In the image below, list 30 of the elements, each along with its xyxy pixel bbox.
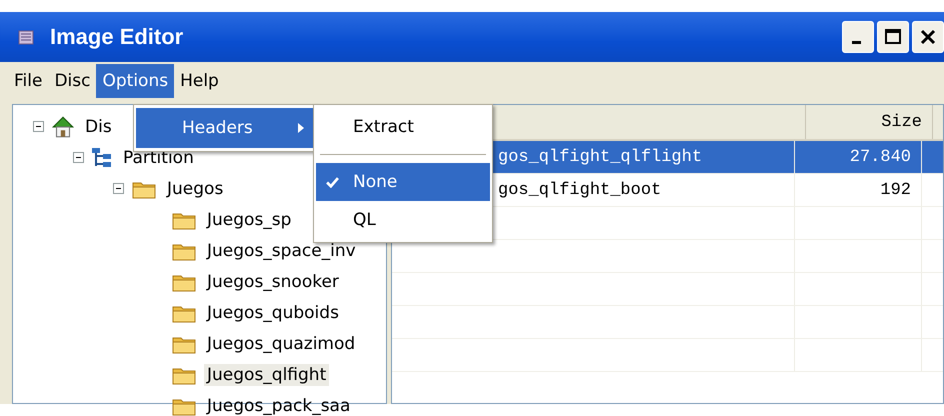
tree-item[interactable]: Juegos_quboids — [204, 302, 342, 324]
menu-item[interactable]: Options — [96, 64, 174, 98]
maximize-button[interactable] — [877, 21, 909, 53]
check-icon — [326, 176, 339, 188]
house-icon — [50, 114, 76, 140]
maximize-icon — [883, 27, 903, 47]
menu-item[interactable]: Help — [174, 64, 225, 98]
tree-item[interactable]: Dis — [82, 116, 115, 138]
hierarchy-icon — [90, 146, 114, 170]
menu-item[interactable]: None — [316, 163, 490, 201]
tree-item[interactable]: Juegos_qlfight — [204, 364, 330, 386]
tree-item[interactable]: Juegos_space_inv — [204, 240, 359, 262]
file-size: 27.840 — [795, 141, 922, 173]
close-icon — [918, 27, 938, 47]
tree-item[interactable]: Juegos_pack_saa — [204, 394, 354, 416]
menu-item[interactable]: Headers — [136, 108, 314, 148]
tree-item[interactable]: Juegos — [164, 178, 226, 200]
tree-item[interactable]: Juegos_quazimod — [204, 332, 358, 354]
file-size: 192 — [795, 174, 922, 206]
collapse-icon[interactable] — [33, 121, 44, 132]
menu-item[interactable]: File — [8, 64, 48, 98]
tree-item[interactable]: Juegos_snooker — [204, 270, 342, 292]
collapse-icon[interactable] — [113, 183, 124, 194]
close-button[interactable] — [912, 21, 944, 53]
menu-item[interactable]: Disc — [48, 64, 96, 98]
minimize-button[interactable] — [842, 21, 874, 53]
window-title: Image Editor — [50, 24, 184, 50]
collapse-icon[interactable] — [73, 152, 84, 163]
tree-item[interactable]: Juegos_sp — [204, 208, 294, 230]
minimize-icon — [852, 40, 860, 44]
